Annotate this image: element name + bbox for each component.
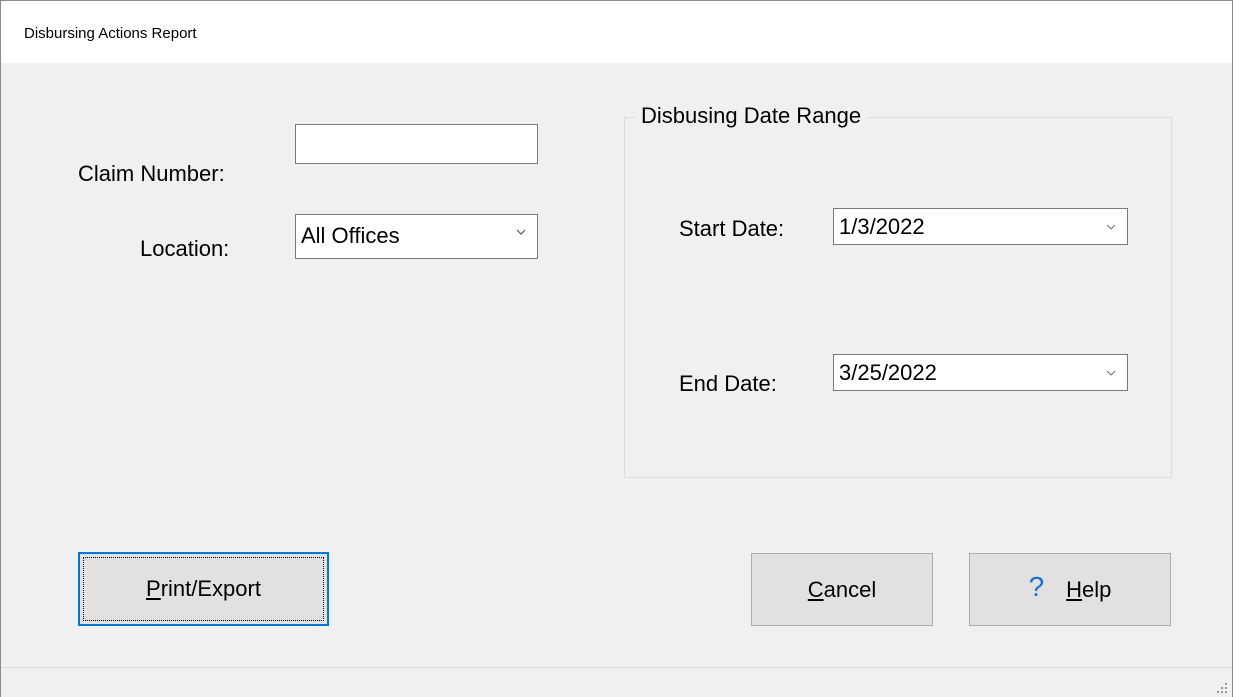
- date-range-title: Disbusing Date Range: [635, 103, 868, 129]
- end-date-value: 3/25/2022: [839, 360, 937, 385]
- start-date-label: Start Date:: [679, 216, 785, 241]
- disbursing-actions-report-window: Disbursing Actions Report Claim Number: …: [0, 0, 1233, 697]
- print-export-button[interactable]: Print/Export: [78, 552, 329, 626]
- status-bar: [1, 667, 1232, 697]
- claim-number-input[interactable]: [295, 124, 538, 164]
- date-range-group: [624, 117, 1172, 478]
- start-date-picker[interactable]: 1/3/2022: [833, 208, 1128, 245]
- question-mark-icon: ?: [1028, 570, 1045, 602]
- end-date-label: End Date:: [679, 371, 777, 396]
- end-date-picker[interactable]: 3/25/2022: [833, 354, 1128, 391]
- location-value: All Offices: [301, 223, 400, 248]
- title-bar: Disbursing Actions Report: [1, 1, 1232, 63]
- chevron-down-icon: [516, 229, 526, 235]
- start-date-value: 1/3/2022: [839, 214, 925, 239]
- resize-grip-icon[interactable]: [1216, 682, 1228, 694]
- claim-number-label: Claim Number:: [78, 161, 225, 186]
- cancel-button[interactable]: Cancel: [751, 553, 933, 626]
- window-title: Disbursing Actions Report: [24, 25, 197, 42]
- cancel-label: Cancel: [807, 576, 877, 602]
- location-label: Location:: [140, 236, 230, 261]
- help-button[interactable]: ? Help: [969, 553, 1171, 626]
- help-label: Help: [1066, 576, 1112, 602]
- focus-rectangle: [83, 557, 324, 621]
- location-select[interactable]: All Offices: [295, 214, 538, 259]
- chevron-down-icon: [1106, 224, 1116, 230]
- chevron-down-icon: [1106, 370, 1116, 376]
